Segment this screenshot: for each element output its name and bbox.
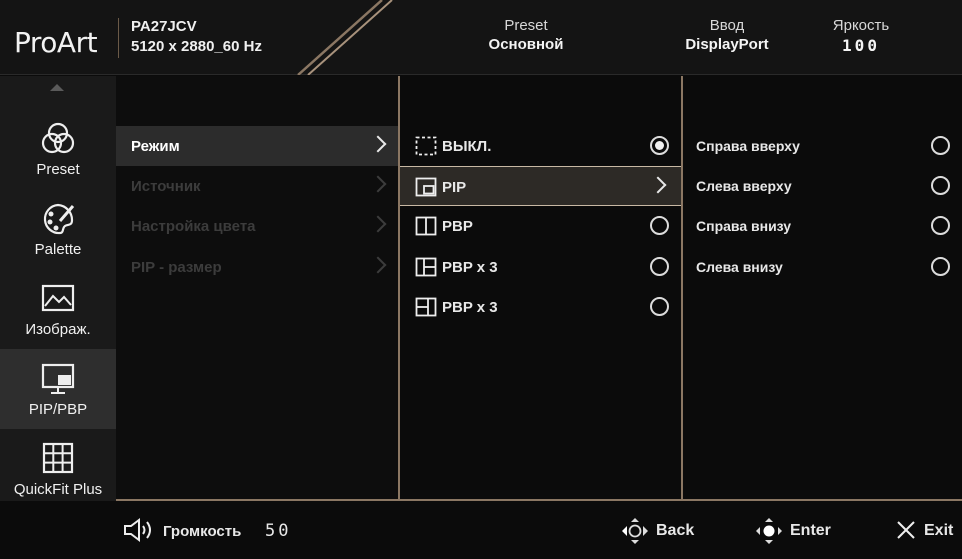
volume-value: 50 xyxy=(265,521,292,541)
sidebar-item-label: PIP/PBP xyxy=(28,401,88,418)
preset-label: Preset xyxy=(504,17,548,34)
preset-value: Основной xyxy=(488,36,564,53)
header-divider xyxy=(118,18,119,58)
radio-unselected[interactable] xyxy=(931,216,950,235)
sidebar: Preset Palette Изображ. PIP/PBP QuickFit… xyxy=(0,76,116,534)
joystick-left-icon xyxy=(622,518,648,544)
chevron-right-icon xyxy=(369,215,387,233)
menu1-item-source[interactable]: Источник xyxy=(116,166,398,206)
menu3-item-label: Слева внизу xyxy=(696,259,783,275)
menu1-item-label: Источник xyxy=(131,178,201,195)
exit-button[interactable]: Exit xyxy=(892,516,960,546)
menu3-item-top-left[interactable]: Слева вверху xyxy=(683,166,962,206)
menu1-item-label: PIP - размер xyxy=(131,259,222,276)
sidebar-item-label: Palette xyxy=(34,241,82,258)
exit-label: Exit xyxy=(924,522,954,539)
back-button[interactable]: Back xyxy=(620,516,700,546)
proart-logo: ProArt xyxy=(14,26,98,59)
menu3-item-label: Справа внизу xyxy=(696,218,792,234)
scroll-up-icon[interactable] xyxy=(50,84,64,91)
menu2-item-label: PBP x 3 xyxy=(442,299,498,316)
radio-selected[interactable] xyxy=(650,136,669,155)
palette-icon xyxy=(43,203,75,235)
brightness-value: 100 xyxy=(842,36,880,55)
menu2-item-pbp[interactable]: PBP xyxy=(400,206,681,246)
menu3-item-bottom-left[interactable]: Слева внизу xyxy=(683,247,962,287)
radio-unselected[interactable] xyxy=(650,297,669,316)
pip-icon xyxy=(415,177,437,197)
sidebar-item-palette[interactable]: Palette xyxy=(0,189,116,269)
sidebar-item-quickfit[interactable]: QuickFit Plus xyxy=(0,429,116,509)
menu3-item-label: Справа вверху xyxy=(696,138,800,154)
speaker-icon xyxy=(124,518,151,542)
menu1-item-mode[interactable]: Режим xyxy=(116,126,398,166)
volume-label: Громкость xyxy=(163,523,242,540)
radio-unselected[interactable] xyxy=(931,176,950,195)
menu2-item-pbp-x3-b[interactable]: PBP x 3 xyxy=(400,287,681,327)
chevron-right-icon xyxy=(649,176,667,194)
chevron-right-icon xyxy=(369,175,387,193)
chevron-right-icon xyxy=(369,135,387,153)
menu2-item-label: PBP x 3 xyxy=(442,259,498,276)
grid-icon xyxy=(42,442,74,474)
pip-pbp-icon xyxy=(41,363,75,394)
menu1-item-color-setting[interactable]: Настройка цвета xyxy=(116,206,398,246)
menu2-item-label: PBP xyxy=(442,218,473,235)
menu2-item-label: ВЫКЛ. xyxy=(442,138,492,155)
sidebar-item-label: Preset xyxy=(36,161,80,178)
header-preset: Preset Основной xyxy=(478,17,574,53)
radio-unselected[interactable] xyxy=(650,216,669,235)
menu1-item-label: Режим xyxy=(131,138,180,155)
header-brightness: Яркость 100 xyxy=(818,17,904,55)
off-dashed-icon xyxy=(415,136,437,156)
preset-icon xyxy=(41,122,75,154)
osd-header: ProArt PA27JCV 5120 x 2880_60 Hz Preset … xyxy=(0,0,962,75)
menu3-item-top-right[interactable]: Справа вверху xyxy=(683,126,962,166)
header-input: Ввод DisplayPort xyxy=(674,17,780,53)
enter-label: Enter xyxy=(790,522,831,539)
pbp-3-left-icon xyxy=(415,257,437,277)
input-label: Ввод xyxy=(709,17,745,34)
pbp-icon xyxy=(415,216,437,236)
pbp-3-right-icon xyxy=(415,297,437,317)
menu3-item-bottom-right[interactable]: Справа внизу xyxy=(683,206,962,246)
enter-button[interactable]: Enter xyxy=(754,516,844,546)
menu1-item-pip-size[interactable]: PIP - размер xyxy=(116,247,398,287)
decorative-stripes xyxy=(297,0,393,75)
sidebar-item-preset[interactable]: Preset xyxy=(0,109,116,189)
osd-footer: Громкость 50 Back Enter Exit xyxy=(0,501,962,559)
chevron-right-icon xyxy=(369,256,387,274)
image-icon xyxy=(41,284,75,312)
sidebar-item-label: QuickFit Plus xyxy=(13,481,103,498)
radio-unselected[interactable] xyxy=(650,257,669,276)
sidebar-item-pip-pbp[interactable]: PIP/PBP xyxy=(0,349,116,429)
resolution-info: 5120 x 2880_60 Hz xyxy=(131,38,262,55)
model-name: PA27JCV xyxy=(131,18,197,35)
back-label: Back xyxy=(656,522,695,539)
menu2-item-label: PIP xyxy=(442,179,467,196)
menu-level-3: Справа вверху Слева вверху Справа внизу … xyxy=(681,76,962,501)
menu2-item-pip[interactable]: PIP xyxy=(400,166,681,206)
menu2-item-off[interactable]: ВЫКЛ. xyxy=(400,126,681,166)
joystick-center-icon xyxy=(756,518,782,544)
menu3-item-label: Слева вверху xyxy=(696,178,792,194)
menu1-item-label: Настройка цвета xyxy=(131,218,256,235)
sidebar-item-label: Изображ. xyxy=(25,321,91,338)
menu-level-1: Режим Источник Настройка цвета PIP - раз… xyxy=(116,76,398,501)
brightness-label: Яркость xyxy=(832,17,890,34)
menu-level-2: ВЫКЛ. PIP PBP PBP x 3 PBP x 3 xyxy=(398,76,681,501)
radio-unselected[interactable] xyxy=(931,136,950,155)
menu2-item-pbp-x3-a[interactable]: PBP x 3 xyxy=(400,247,681,287)
radio-unselected[interactable] xyxy=(931,257,950,276)
sidebar-item-image[interactable]: Изображ. xyxy=(0,269,116,349)
input-value: DisplayPort xyxy=(685,36,769,53)
close-icon xyxy=(897,521,915,539)
